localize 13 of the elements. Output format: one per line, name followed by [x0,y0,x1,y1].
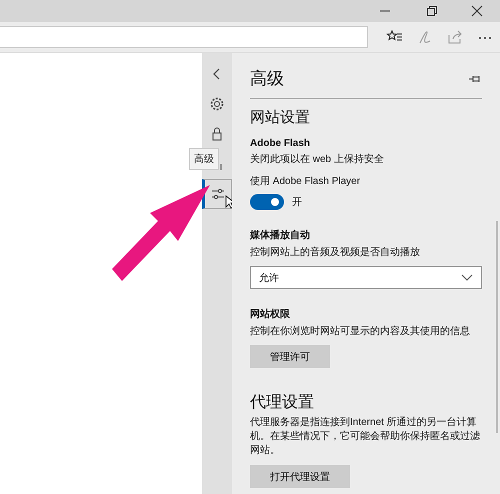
setting-description: 代理服务器是指连接到Internet 所通过的另一台计算机。在某些情况下，它可能会帮助你保持匿名或过滤网站。 [250,416,481,458]
setting-description: 控制网站上的音频及视频是否自动播放 [250,246,421,259]
setting-description: 关闭此项以在 web 上保持安全 [250,152,385,166]
section-title: 代理设置 [250,393,315,413]
toggle-state: 开 [292,196,302,209]
setting-title: 网站权限 [250,308,291,321]
setting-title: 媒体播放自动 [250,228,311,242]
toggle-label: 使用 Adobe Flash Player [250,175,362,188]
panel-title: 高级 [250,68,284,90]
setting-description: 控制在你浏览时网站可显示的内容及其使用的信息 [250,324,471,338]
setting-title: Adobe Flash [250,138,312,149]
section-title: 网站设置 [250,108,311,127]
tooltip: 高级 [189,148,219,170]
